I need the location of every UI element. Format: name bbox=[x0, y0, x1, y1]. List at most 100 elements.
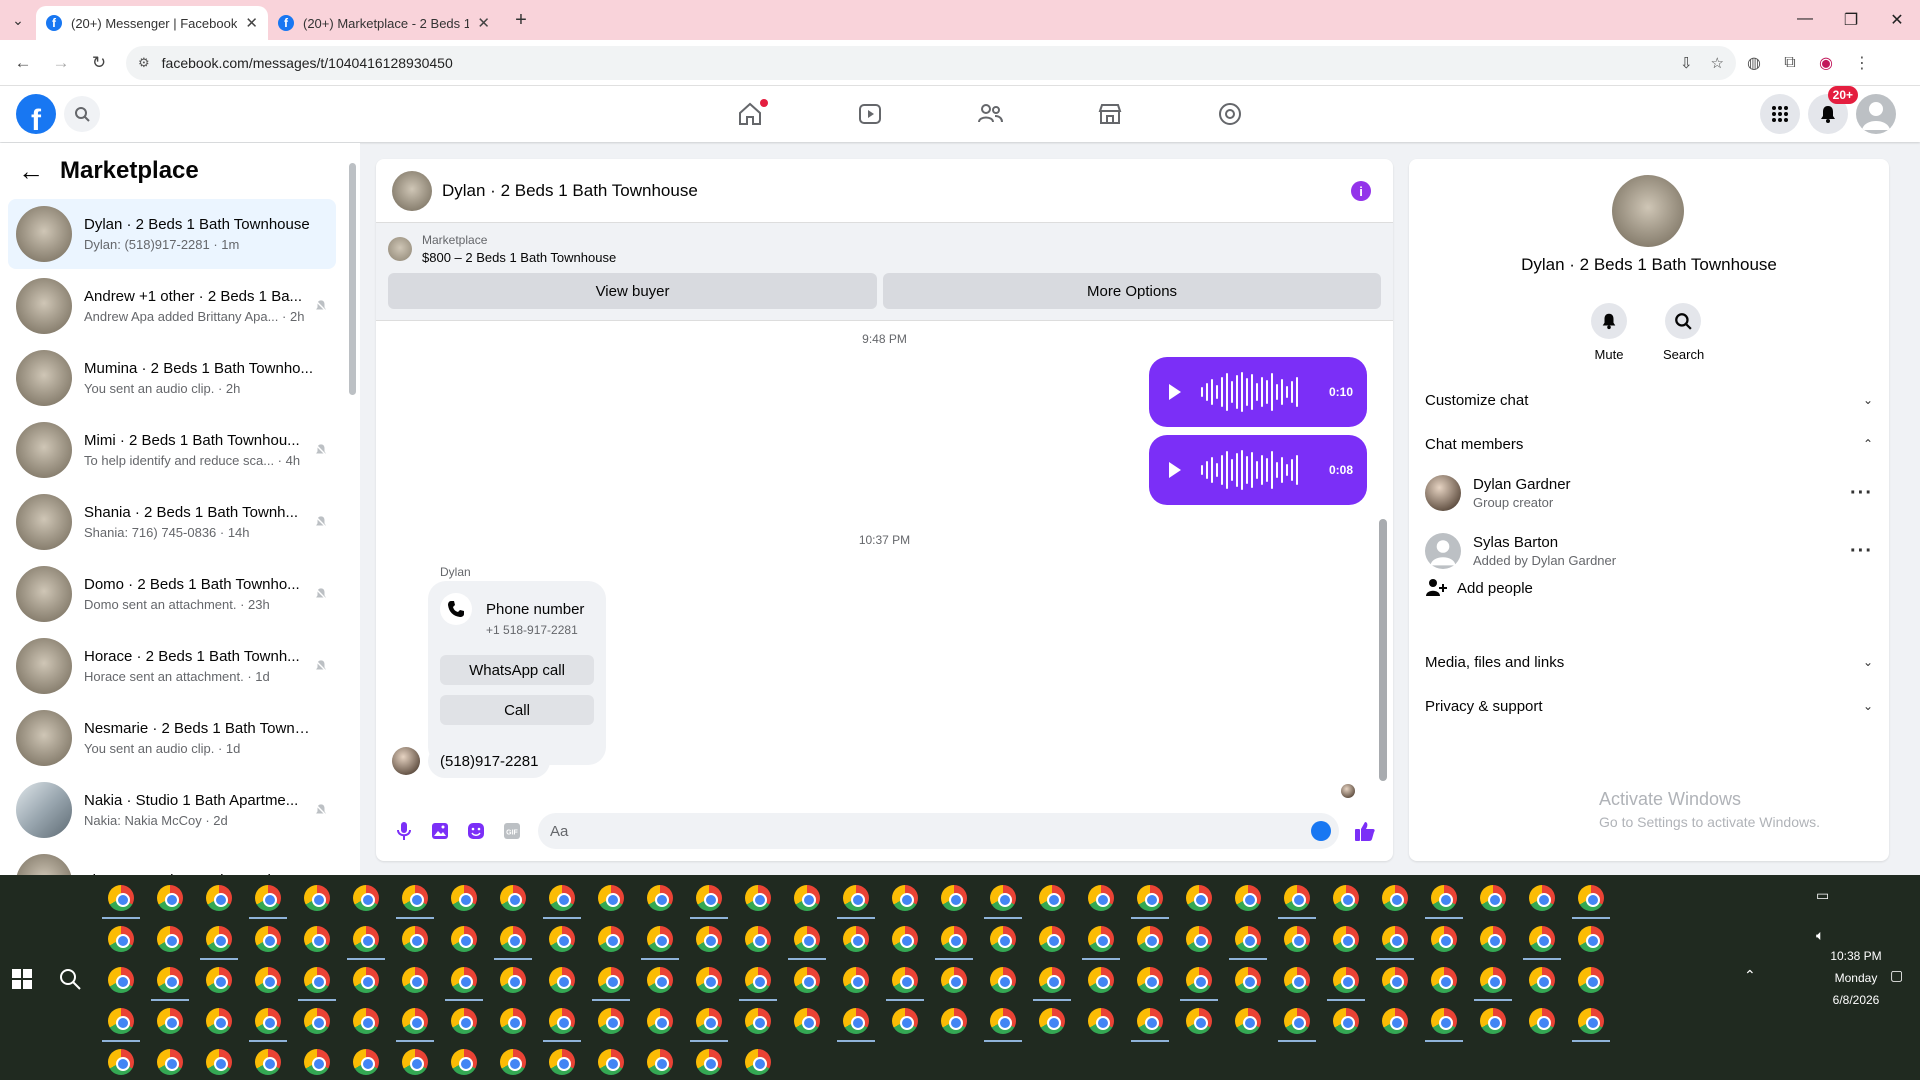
chrome-window-icon[interactable] bbox=[1382, 885, 1408, 911]
details-avatar[interactable] bbox=[1612, 175, 1684, 247]
chrome-window-icon[interactable] bbox=[500, 1008, 526, 1034]
chevron-up-icon[interactable]: ⌃ bbox=[1744, 967, 1756, 984]
chrome-window-icon[interactable] bbox=[886, 967, 924, 1001]
conversation-item[interactable]: Domo · 2 Beds 1 Bath Townho... Domo sent … bbox=[8, 559, 336, 629]
browser-tab-marketplace[interactable]: f (20+) Marketplace - 2 Beds 1 Ba ✕ bbox=[268, 6, 500, 40]
chrome-window-icon[interactable] bbox=[1333, 926, 1359, 952]
chrome-window-icon[interactable] bbox=[298, 967, 336, 1001]
chrome-window-icon[interactable] bbox=[592, 967, 630, 1001]
forward-icon[interactable]: → bbox=[46, 53, 76, 73]
chrome-window-icon[interactable] bbox=[1082, 926, 1120, 960]
chrome-window-icon[interactable] bbox=[1131, 1008, 1169, 1042]
volume-icon[interactable]: 🔈︎ bbox=[1816, 927, 1824, 944]
chrome-window-icon[interactable] bbox=[402, 926, 428, 952]
chrome-window-icon[interactable] bbox=[1327, 967, 1365, 1001]
chrome-window-icon[interactable] bbox=[647, 885, 673, 911]
chrome-window-icon[interactable] bbox=[1572, 1008, 1610, 1042]
chat-scrollbar[interactable] bbox=[1379, 519, 1387, 781]
chrome-window-icon[interactable] bbox=[543, 885, 581, 919]
chrome-window-icon[interactable] bbox=[549, 967, 575, 993]
profile-icon[interactable]: ◉ bbox=[1808, 53, 1844, 73]
conversation-item[interactable]: Mimi · 2 Beds 1 Bath Townhou... To help i… bbox=[8, 415, 336, 485]
chrome-window-icon[interactable] bbox=[1039, 885, 1065, 911]
chrome-window-icon[interactable] bbox=[892, 926, 918, 952]
chrome-window-icon[interactable] bbox=[941, 885, 967, 911]
facebook-logo[interactable]: f bbox=[16, 94, 56, 134]
chrome-window-icon[interactable] bbox=[1039, 926, 1065, 952]
chrome-window-icon[interactable] bbox=[837, 1008, 875, 1042]
chrome-window-icon[interactable] bbox=[598, 1008, 624, 1034]
chrome-window-icon[interactable] bbox=[1235, 885, 1261, 911]
chrome-window-icon[interactable] bbox=[1137, 926, 1163, 952]
taskbar-search-button[interactable] bbox=[58, 967, 82, 996]
back-arrow-icon[interactable]: ← bbox=[18, 156, 44, 187]
chrome-window-icon[interactable] bbox=[445, 967, 483, 1001]
whatsapp-call-button[interactable]: WhatsApp call bbox=[440, 655, 594, 685]
chrome-window-icon[interactable] bbox=[500, 885, 526, 911]
chrome-window-icon[interactable] bbox=[788, 926, 826, 960]
chrome-window-icon[interactable] bbox=[1382, 1008, 1408, 1034]
chrome-window-icon[interactable] bbox=[1333, 885, 1359, 911]
chrome-window-icon[interactable] bbox=[1578, 967, 1604, 993]
chrome-window-icon[interactable] bbox=[1033, 967, 1071, 1001]
chrome-window-icon[interactable] bbox=[1039, 1008, 1065, 1034]
chrome-window-icon[interactable] bbox=[843, 926, 869, 952]
chrome-window-icon[interactable] bbox=[1186, 885, 1212, 911]
site-info-icon[interactable]: ⚙ bbox=[138, 55, 150, 71]
chrome-window-icon[interactable] bbox=[157, 1049, 183, 1075]
sidebar-scrollbar[interactable] bbox=[349, 163, 356, 395]
account-avatar[interactable] bbox=[1856, 94, 1896, 134]
chrome-window-icon[interactable] bbox=[1425, 1008, 1463, 1042]
chrome-window-icon[interactable] bbox=[1572, 885, 1610, 919]
chrome-window-icon[interactable] bbox=[102, 885, 140, 919]
conversation-item[interactable]: Mumina · 2 Beds 1 Bath Townho... You sent… bbox=[8, 343, 336, 413]
chat-members-section[interactable]: Chat members ⌃ bbox=[1425, 424, 1873, 464]
chrome-window-icon[interactable] bbox=[647, 1008, 673, 1034]
nav-video[interactable] bbox=[810, 86, 930, 142]
chrome-window-icon[interactable] bbox=[402, 1049, 428, 1075]
chrome-window-icon[interactable] bbox=[647, 1049, 673, 1075]
audio-message[interactable]: 0:08 bbox=[1149, 435, 1367, 505]
install-app-icon[interactable]: ⇩ bbox=[1680, 54, 1693, 72]
chrome-window-icon[interactable] bbox=[1529, 1008, 1555, 1034]
chrome-window-icon[interactable] bbox=[647, 967, 673, 993]
menu-button[interactable] bbox=[1760, 94, 1800, 134]
close-window-icon[interactable]: ✕ bbox=[1874, 10, 1920, 30]
chrome-window-icon[interactable] bbox=[1529, 885, 1555, 911]
emoji-icon[interactable] bbox=[1311, 821, 1331, 841]
chrome-window-icon[interactable] bbox=[1088, 1008, 1114, 1034]
chrome-window-icon[interactable] bbox=[500, 1049, 526, 1075]
chrome-window-icon[interactable] bbox=[353, 885, 379, 911]
chrome-window-icon[interactable] bbox=[102, 1008, 140, 1042]
url-omnibox[interactable]: ⚙ facebook.com/messages/t/10404161289304… bbox=[126, 45, 1736, 80]
chat-title[interactable]: Dylan · 2 Beds 1 Bath Townhouse bbox=[442, 181, 698, 201]
browser-menu-icon[interactable]: ⋮ bbox=[1844, 53, 1880, 73]
chrome-window-icon[interactable] bbox=[108, 926, 134, 952]
chrome-window-icon[interactable] bbox=[1578, 926, 1604, 952]
photo-icon[interactable] bbox=[422, 813, 458, 849]
chrome-window-icon[interactable] bbox=[1137, 967, 1163, 993]
chrome-window-icon[interactable] bbox=[1088, 967, 1114, 993]
chrome-window-icon[interactable] bbox=[598, 885, 624, 911]
message-input[interactable]: Aa bbox=[538, 813, 1339, 849]
chrome-window-icon[interactable] bbox=[1529, 967, 1555, 993]
sender-avatar[interactable] bbox=[392, 747, 420, 775]
chrome-window-icon[interactable] bbox=[1376, 926, 1414, 960]
chrome-window-icon[interactable] bbox=[451, 926, 477, 952]
chrome-window-icon[interactable] bbox=[304, 926, 330, 952]
call-button[interactable]: Call bbox=[440, 695, 594, 725]
chrome-window-icon[interactable] bbox=[1284, 967, 1310, 993]
conversation-item[interactable]: Nesmarie · 2 Beds 1 Bath Townh... You sen… bbox=[8, 703, 336, 773]
chrome-window-icon[interactable] bbox=[206, 967, 232, 993]
chrome-window-icon[interactable] bbox=[157, 885, 183, 911]
chrome-window-icon[interactable] bbox=[843, 967, 869, 993]
chrome-window-icon[interactable] bbox=[1523, 926, 1561, 960]
media-files-section[interactable]: Media, files and links ⌄ bbox=[1425, 642, 1873, 682]
chrome-window-icon[interactable] bbox=[794, 967, 820, 993]
play-icon[interactable] bbox=[1169, 384, 1181, 400]
chrome-window-icon[interactable] bbox=[598, 1049, 624, 1075]
chrome-window-icon[interactable] bbox=[206, 1008, 232, 1034]
chrome-window-icon[interactable] bbox=[696, 926, 722, 952]
chrome-window-icon[interactable] bbox=[1480, 1008, 1506, 1034]
more-options-button[interactable]: More Options bbox=[883, 273, 1381, 309]
